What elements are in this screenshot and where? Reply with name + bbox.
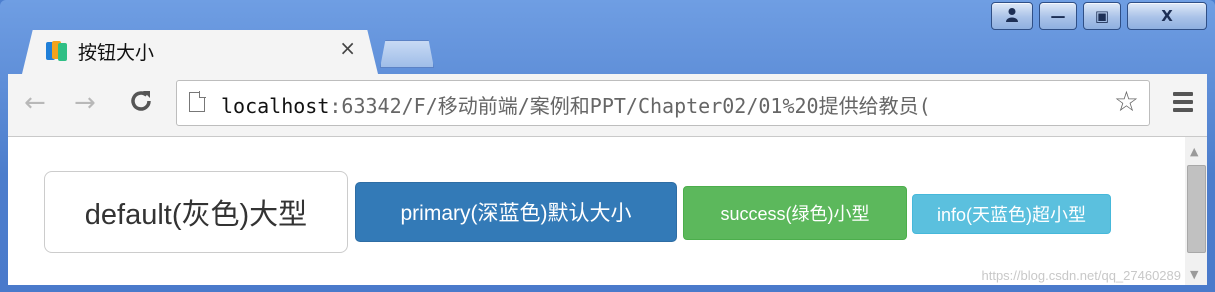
scroll-up-icon[interactable]: ▲ — [1190, 145, 1198, 158]
hamburger-menu-icon[interactable] — [1173, 92, 1193, 116]
new-tab-button[interactable] — [380, 40, 434, 68]
url-host: localhost — [221, 94, 330, 118]
address-bar[interactable]: localhost:63342/F/移动前端/案例和PPT/Chapter02/… — [176, 80, 1150, 126]
scroll-down-icon[interactable]: ▼ — [1190, 268, 1198, 281]
webstorm-icon — [46, 41, 68, 61]
minimize-icon: — — [1050, 7, 1066, 25]
vertical-scrollbar[interactable]: ▲ ▼ — [1185, 137, 1207, 285]
watermark: https://blog.csdn.net/qq_27460289 — [981, 268, 1182, 283]
window-caption-buttons: — ▣ X — [991, 2, 1207, 30]
tab-close-icon[interactable]: × — [339, 36, 356, 60]
url-path: :63342/F/移动前端/案例和PPT/Chapter02/01%20提供给教… — [329, 94, 931, 118]
page-icon — [189, 91, 206, 112]
url-text: localhost:63342/F/移动前端/案例和PPT/Chapter02/… — [221, 90, 1101, 119]
tab-title: 按钮大小 — [78, 41, 155, 64]
maximize-icon: ▣ — [1094, 7, 1110, 25]
minimize-button[interactable]: — — [1039, 2, 1077, 30]
maximize-button[interactable]: ▣ — [1083, 2, 1121, 30]
success-small-button[interactable]: success(绿色)小型 — [683, 186, 907, 240]
tab-active[interactable]: 按钮大小 × — [22, 30, 378, 74]
default-large-button[interactable]: default(灰色)大型 — [44, 171, 348, 253]
reload-icon[interactable] — [128, 88, 154, 121]
forward-arrow-icon[interactable]: → — [74, 88, 96, 118]
close-window-button[interactable]: X — [1127, 2, 1207, 30]
primary-default-button[interactable]: primary(深蓝色)默认大小 — [355, 182, 677, 242]
back-arrow-icon[interactable]: ← — [24, 88, 46, 118]
user-icon — [1005, 7, 1019, 26]
page-content: default(灰色)大型 primary(深蓝色)默认大小 success(绿… — [8, 137, 1207, 285]
browser-window: — ▣ X 按钮大小 × ← → localhost:63342/F/移动前端/… — [0, 0, 1215, 292]
info-xsmall-button[interactable]: info(天蓝色)超小型 — [912, 194, 1111, 234]
scroll-thumb[interactable] — [1187, 165, 1206, 253]
browser-toolbar: ← → localhost:63342/F/移动前端/案例和PPT/Chapte… — [8, 74, 1207, 137]
user-profile-button[interactable] — [991, 2, 1033, 30]
close-icon: X — [1161, 7, 1173, 25]
bookmark-star-icon[interactable]: ☆ — [1114, 85, 1139, 118]
